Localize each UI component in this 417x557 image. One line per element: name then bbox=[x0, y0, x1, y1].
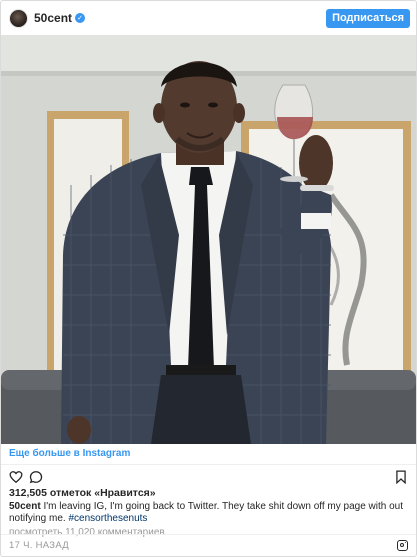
verified-badge-icon: ✓ bbox=[75, 13, 86, 23]
follow-button[interactable]: Подписаться bbox=[326, 8, 410, 28]
avatar[interactable] bbox=[9, 8, 28, 28]
post-timestamp[interactable]: 17 Ч. НАЗАД bbox=[9, 540, 69, 551]
post-footer: 17 Ч. НАЗАД bbox=[1, 534, 416, 556]
bookmark-icon[interactable] bbox=[394, 470, 408, 485]
likes-count[interactable]: 312,505 отметок «Нравится» bbox=[1, 487, 416, 500]
instagram-embed-card: 50cent ✓ Подписаться Еще больше в Instag… bbox=[0, 0, 417, 557]
post-header: 50cent ✓ Подписаться bbox=[1, 1, 416, 35]
heart-icon[interactable] bbox=[9, 470, 23, 484]
caption-author[interactable]: 50cent bbox=[9, 501, 41, 512]
post-caption: 50cent I'm leaving IG, I'm going back to… bbox=[1, 500, 416, 525]
comment-icon[interactable] bbox=[29, 470, 43, 484]
post-photo-illustration bbox=[1, 35, 416, 444]
caption-hashtag[interactable]: #censorthesenuts bbox=[68, 513, 147, 524]
more-on-instagram-link[interactable]: Еще больше в Instagram bbox=[1, 444, 416, 465]
username[interactable]: 50cent bbox=[34, 11, 72, 25]
action-bar bbox=[1, 465, 416, 487]
post-photo[interactable] bbox=[1, 35, 416, 444]
instagram-logo-icon[interactable] bbox=[397, 540, 408, 551]
